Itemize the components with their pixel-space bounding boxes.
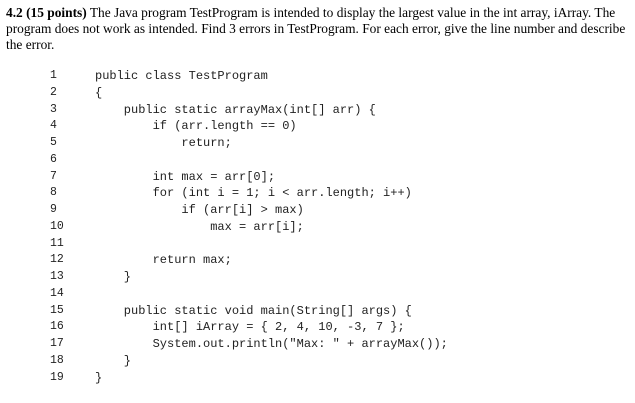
line-number: 17 bbox=[50, 337, 64, 350]
question-text: The Java program TestProgram is intended… bbox=[6, 5, 626, 52]
line-number: 10 bbox=[50, 219, 64, 233]
code-text: if (arr[i] > max) bbox=[95, 203, 304, 217]
code-line: 16 int[] iArray = { 2, 4, 10, -3, 7 }; bbox=[0, 319, 635, 336]
code-line: 11 bbox=[0, 236, 635, 253]
code-text: public static arrayMax(int[] arr) { bbox=[95, 102, 376, 117]
line-number: 7 bbox=[50, 169, 57, 183]
code-listing: 1 public class TestProgram 2{3 public stat… bbox=[0, 68, 635, 386]
code-line: 14 bbox=[0, 286, 635, 303]
code-line: 2{ bbox=[0, 85, 635, 102]
code-line: 19} bbox=[0, 370, 635, 387]
code-line: 13 } bbox=[0, 269, 635, 286]
line-number: 11 bbox=[50, 236, 64, 250]
code-line: 6 bbox=[0, 152, 635, 169]
code-text: for (int i = 1; i < arr.length; i++) bbox=[95, 186, 412, 201]
code-line: 10 max = arr[i]; bbox=[0, 219, 635, 236]
line-number: 3 bbox=[50, 102, 57, 116]
code-line: 17 System.out.println("Max: " + arrayMax… bbox=[0, 336, 635, 353]
code-text: } bbox=[95, 270, 132, 284]
code-text: } bbox=[95, 370, 103, 385]
line-number: 13 bbox=[50, 270, 64, 283]
question-prompt: 4.2 (15 points) The Java program TestPro… bbox=[6, 5, 628, 53]
code-text: } bbox=[95, 353, 132, 368]
question-number: 4.2 (15 points) bbox=[6, 5, 87, 20]
line-number: 1 bbox=[50, 69, 57, 82]
line-number: 12 bbox=[50, 253, 64, 267]
line-number: 18 bbox=[50, 353, 64, 367]
code-text: public static void main(String[] args) { bbox=[95, 303, 412, 318]
code-text: if (arr.length == 0) bbox=[95, 119, 297, 134]
line-number: 9 bbox=[50, 203, 57, 216]
line-number: 19 bbox=[50, 370, 64, 384]
code-line: 8 for (int i = 1; i < arr.length; i++) bbox=[0, 185, 635, 202]
code-line: 4 if (arr.length == 0) bbox=[0, 118, 635, 135]
code-text: return; bbox=[95, 136, 232, 150]
code-text: max = arr[i]; bbox=[95, 219, 304, 234]
line-number: 6 bbox=[50, 152, 57, 166]
code-text: int max = arr[0]; bbox=[95, 169, 276, 184]
code-text: { bbox=[95, 85, 103, 100]
code-line: 1 public class TestProgram bbox=[0, 68, 635, 85]
line-number: 14 bbox=[50, 286, 64, 300]
code-line: 12 return max; bbox=[0, 252, 635, 269]
code-line: 15 public static void main(String[] args… bbox=[0, 303, 635, 320]
code-line: 3 public static arrayMax(int[] arr) { bbox=[0, 102, 635, 119]
code-line: 18 } bbox=[0, 353, 635, 370]
code-line: 5 return; bbox=[0, 135, 635, 152]
code-text: int[] iArray = { 2, 4, 10, -3, 7 }; bbox=[95, 320, 405, 335]
code-text: public class TestProgram bbox=[95, 69, 268, 83]
line-number: 15 bbox=[50, 303, 64, 317]
code-line: 9 if (arr[i] > max) bbox=[0, 202, 635, 219]
line-number: 8 bbox=[50, 186, 57, 200]
code-text: System.out.println("Max: " + arrayMax())… bbox=[95, 337, 448, 351]
line-number: 2 bbox=[50, 85, 57, 99]
code-line: 7 int max = arr[0]; bbox=[0, 169, 635, 186]
line-number: 16 bbox=[50, 320, 64, 334]
line-number: 4 bbox=[50, 119, 57, 133]
line-number: 5 bbox=[50, 136, 57, 149]
code-text: return max; bbox=[95, 253, 232, 268]
